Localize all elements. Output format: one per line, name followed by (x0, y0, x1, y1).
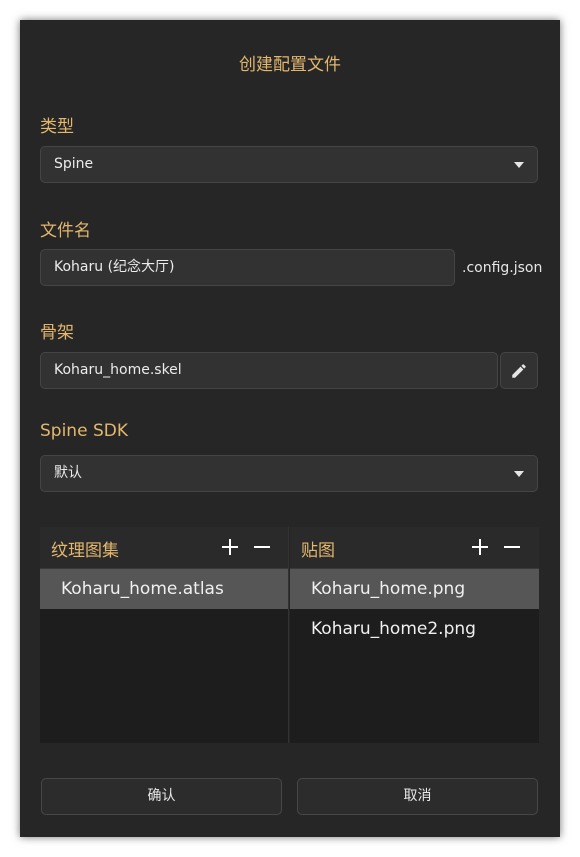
panel-divider (288, 527, 289, 743)
minus-icon (504, 546, 520, 548)
minus-icon (254, 546, 270, 548)
edit-skeleton-button[interactable] (500, 352, 538, 389)
type-label: 类型 (40, 117, 74, 137)
remove-texture-button[interactable] (502, 537, 522, 557)
sdk-select-value: 默认 (54, 465, 82, 481)
chevron-down-icon (514, 162, 524, 168)
remove-atlas-button[interactable] (252, 537, 272, 557)
plus-icon (472, 539, 488, 555)
atlas-panel-title: 纹理图集 (51, 541, 119, 561)
atlas-panel-header: 纹理图集 (40, 527, 289, 569)
filename-suffix: .config.json (462, 260, 543, 276)
skeleton-input[interactable]: Koharu_home.skel (40, 352, 498, 389)
add-texture-button[interactable] (470, 537, 490, 557)
texture-panel: 贴图 Koharu_home.png Koharu_home2.png (290, 527, 539, 743)
texture-panel-title: 贴图 (301, 541, 335, 561)
dialog-title: 创建配置文件 (239, 55, 341, 75)
add-atlas-button[interactable] (220, 537, 240, 557)
confirm-button[interactable]: 确认 (41, 778, 282, 815)
cancel-button[interactable]: 取消 (297, 778, 538, 815)
atlas-panel: 纹理图集 Koharu_home.atlas (40, 527, 289, 743)
texture-list-item[interactable]: Koharu_home.png (290, 569, 539, 609)
filename-label: 文件名 (40, 221, 91, 241)
type-select-value: Spine (54, 156, 94, 172)
sdk-select[interactable]: 默认 (40, 455, 538, 492)
skeleton-input-value: Koharu_home.skel (54, 362, 182, 378)
filename-input-value: Koharu (纪念大厅) (54, 259, 175, 275)
texture-panel-header: 贴图 (290, 527, 539, 569)
filename-input[interactable]: Koharu (纪念大厅) (40, 249, 455, 286)
atlas-list-item[interactable]: Koharu_home.atlas (40, 569, 289, 609)
pencil-icon (512, 363, 526, 378)
texture-list-item[interactable]: Koharu_home2.png (290, 609, 539, 649)
skeleton-label: 骨架 (40, 323, 74, 343)
chevron-down-icon (514, 471, 524, 477)
plus-icon (222, 539, 238, 555)
create-config-dialog: 创建配置文件 类型 Spine 文件名 Koharu (纪念大厅) .confi… (20, 20, 560, 837)
sdk-label: Spine SDK (40, 421, 128, 441)
type-select[interactable]: Spine (40, 146, 538, 183)
